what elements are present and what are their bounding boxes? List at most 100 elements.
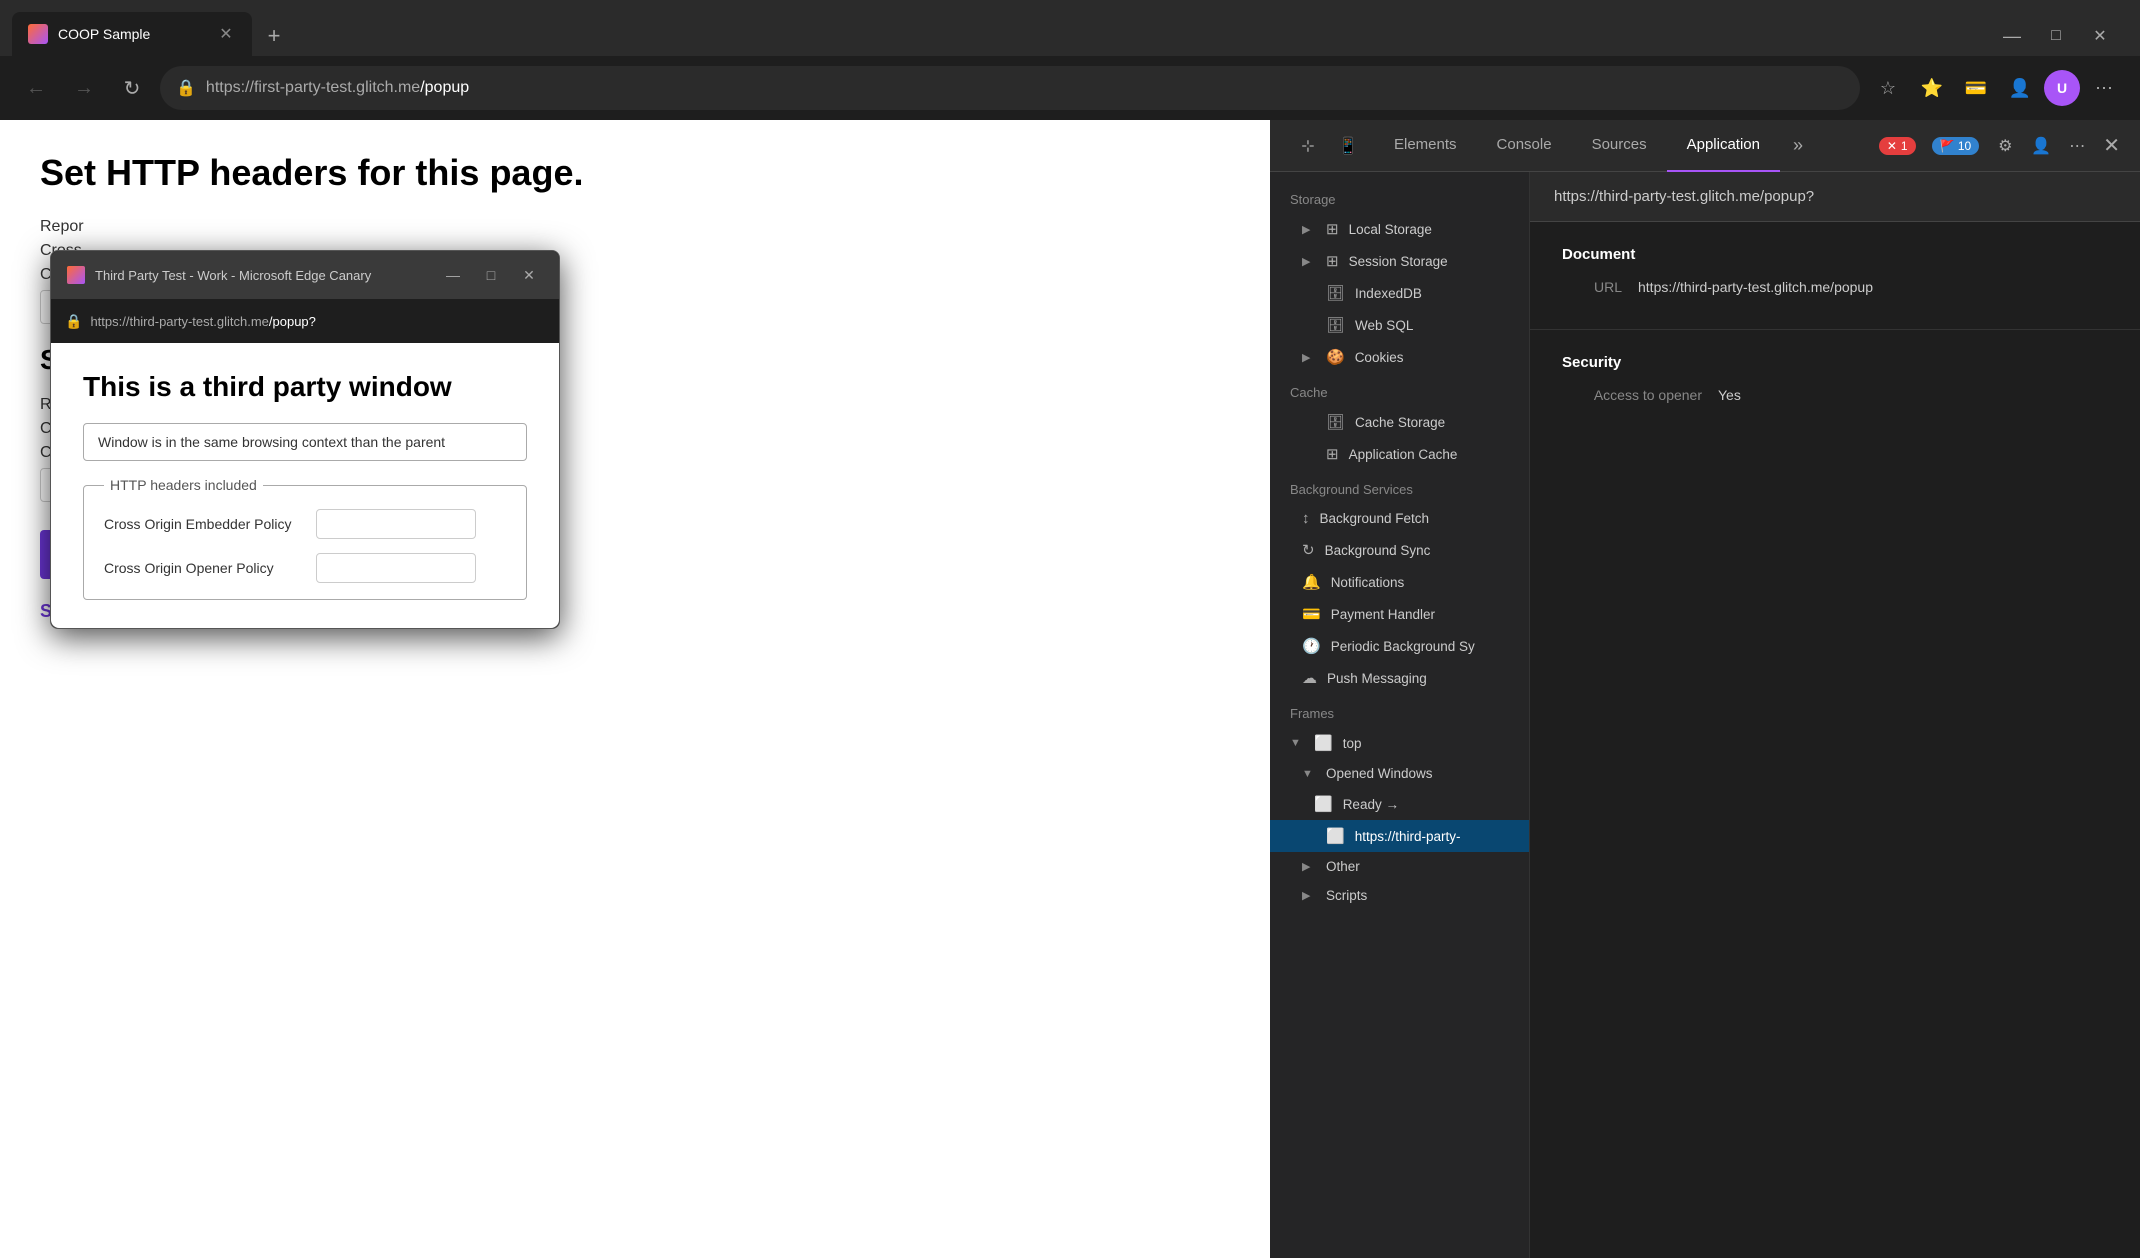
access-to-opener-row: Access to opener Yes (1562, 387, 2108, 403)
popup-url: https://third-party-test.glitch.me/popup… (90, 314, 315, 329)
sidebar-label-bg-sync: Background Sync (1325, 543, 1517, 558)
cookies-icon: 🍪 (1326, 348, 1345, 366)
favorites-button[interactable]: ☆ (1868, 68, 1908, 108)
expand-arrow-top: ▼ (1290, 737, 1304, 749)
devtools-device-icon[interactable]: 📱 (1330, 128, 1366, 164)
sidebar-item-scripts[interactable]: ▶ Scripts (1270, 881, 1529, 910)
sidebar-item-local-storage[interactable]: ▶ ⊞ Local Storage (1270, 213, 1529, 245)
sidebar-label-cache-storage: Cache Storage (1355, 415, 1517, 430)
forward-button[interactable]: → (64, 68, 104, 108)
sidebar-item-push-messaging[interactable]: ☁ Push Messaging (1270, 662, 1529, 694)
nav-right-buttons: ☆ ⭐ 💳 👤 U ⋯ (1868, 68, 2124, 108)
websql-icon: 🗄 (1326, 316, 1345, 334)
sidebar-item-websql[interactable]: 🗄 Web SQL (1270, 309, 1529, 341)
browser-close-button[interactable]: ✕ (2080, 16, 2120, 56)
popup-heading: This is a third party window (83, 371, 527, 403)
address-bar[interactable]: 🔒 https://first-party-test.glitch.me/pop… (160, 66, 1860, 110)
tab-sources[interactable]: Sources (1572, 120, 1667, 172)
popup-field-row-2: Cross Origin Opener Policy (104, 553, 506, 583)
popup-field-input-2[interactable] (316, 553, 476, 583)
maximize-button[interactable]: □ (2036, 16, 2076, 56)
popup-fieldset-legend: HTTP headers included (104, 477, 263, 493)
devtools-tabs: ⊹ 📱 Elements Console Sources Application… (1270, 120, 2140, 172)
sidebar-item-cookies[interactable]: ▶ 🍪 Cookies (1270, 341, 1529, 373)
devtools-body: Storage ▶ ⊞ Local Storage ▶ ⊞ Session St… (1270, 172, 2140, 1258)
settings-menu-button[interactable]: ⋯ (2084, 68, 2124, 108)
popup-close-button[interactable]: ✕ (515, 261, 543, 289)
payment-handler-icon: 💳 (1302, 605, 1321, 623)
sidebar-item-session-storage[interactable]: ▶ ⊞ Session Storage (1270, 245, 1529, 277)
tab-title: COOP Sample (58, 26, 206, 42)
error-badge[interactable]: ✕ 1 (1879, 137, 1916, 155)
tab-close-button[interactable]: ✕ (216, 24, 236, 44)
sidebar-item-third-party[interactable]: ⬜ https://third-party- (1270, 820, 1529, 852)
popup-favicon (67, 266, 85, 284)
sidebar-label-websql: Web SQL (1355, 318, 1517, 333)
devtools-profile-button[interactable]: 👤 (2023, 128, 2059, 164)
access-to-opener-value: Yes (1718, 387, 1741, 403)
address-text: https://first-party-test.glitch.me/popup (206, 79, 1844, 97)
expand-arrow-other: ▶ (1302, 860, 1316, 873)
popup-maximize-button[interactable]: □ (477, 261, 505, 289)
active-tab[interactable]: COOP Sample ✕ (12, 12, 252, 56)
more-tabs-button[interactable]: » (1780, 128, 1816, 164)
sidebar-label-push-messaging: Push Messaging (1327, 671, 1517, 686)
popup-lock-icon: 🔒 (65, 313, 82, 330)
new-tab-button[interactable]: + (254, 16, 294, 56)
document-section-title: Document (1562, 246, 2108, 263)
info-badge[interactable]: 🚩 10 (1932, 137, 1980, 155)
sidebar-item-other[interactable]: ▶ Other (1270, 852, 1529, 881)
popup-field-input-1[interactable] (316, 509, 476, 539)
main-content: Set HTTP headers for this page. Repor Cr… (0, 120, 2140, 1258)
popup-fieldset: HTTP headers included Cross Origin Embed… (83, 477, 527, 600)
bg-fetch-icon: ↕ (1302, 510, 1310, 527)
sidebar-item-ready[interactable]: ⬜ Ready → (1270, 788, 1529, 820)
sidebar-item-bg-fetch[interactable]: ↕ Background Fetch (1270, 503, 1529, 534)
sidebar-label-third-party: https://third-party- (1355, 829, 1517, 844)
sidebar-item-indexeddb[interactable]: 🗄 IndexedDB (1270, 277, 1529, 309)
devtools-more-button[interactable]: ⋯ (2059, 128, 2095, 164)
sidebar-item-opened-windows[interactable]: ▼ Opened Windows (1270, 759, 1529, 788)
sidebar-label-ready: Ready → (1343, 797, 1517, 812)
browser-window: COOP Sample ✕ + — □ ✕ ← → ↻ 🔒 https://fi… (0, 0, 2140, 1258)
wallet-button[interactable]: 💳 (1956, 68, 1996, 108)
frame-icon: ⬜ (1314, 734, 1333, 752)
storage-section-label: Storage (1270, 180, 1529, 213)
sidebar-item-payment-handler[interactable]: 💳 Payment Handler (1270, 598, 1529, 630)
tab-console[interactable]: Console (1477, 120, 1572, 172)
collections-button[interactable]: ⭐ (1912, 68, 1952, 108)
sidebar-item-application-cache[interactable]: ⊞ Application Cache (1270, 438, 1529, 470)
reload-button[interactable]: ↻ (112, 68, 152, 108)
tab-elements[interactable]: Elements (1374, 120, 1477, 172)
user-avatar[interactable]: U (2044, 70, 2080, 106)
devtools-cursor-icon[interactable]: ⊹ (1290, 128, 1326, 164)
sidebar-item-cache-storage[interactable]: 🗄 Cache Storage (1270, 406, 1529, 438)
app-cache-icon: ⊞ (1326, 445, 1339, 463)
url-value: https://third-party-test.glitch.me/popup (1638, 279, 1873, 295)
notifications-icon: 🔔 (1302, 573, 1321, 591)
back-button[interactable]: ← (16, 68, 56, 108)
sidebar-item-frames-top[interactable]: ▼ ⬜ top (1270, 727, 1529, 759)
devtools-icon-group: ⊹ 📱 (1282, 128, 1374, 164)
devtools-close-button[interactable]: ✕ (2095, 133, 2128, 158)
tabs-area: COOP Sample ✕ + — □ ✕ (0, 0, 2140, 56)
sidebar-item-periodic-bg-sync[interactable]: 🕐 Periodic Background Sy (1270, 630, 1529, 662)
periodic-bg-sync-icon: 🕐 (1302, 637, 1321, 655)
security-section-title: Security (1562, 354, 2108, 371)
sidebar-item-notifications[interactable]: 🔔 Notifications (1270, 566, 1529, 598)
devtools-settings-button[interactable]: ⚙ (1987, 128, 2023, 164)
devtools-document-section: Document URL https://third-party-test.gl… (1530, 222, 2140, 329)
minimize-button[interactable]: — (1992, 16, 2032, 56)
sidebar-item-bg-sync[interactable]: ↻ Background Sync (1270, 534, 1529, 566)
sidebar-label-session-storage: Session Storage (1349, 254, 1517, 269)
access-to-opener-label: Access to opener (1562, 387, 1702, 403)
lock-icon: 🔒 (176, 78, 196, 98)
popup-minimize-button[interactable]: — (439, 261, 467, 289)
push-messaging-icon: ☁ (1302, 669, 1317, 687)
profile-button[interactable]: 👤 (2000, 68, 2040, 108)
expand-arrow-opened-windows: ▼ (1302, 768, 1316, 780)
sidebar-label-opened-windows: Opened Windows (1326, 766, 1517, 781)
tab-application[interactable]: Application (1667, 120, 1780, 172)
popup-info-box: Window is in the same browsing context t… (83, 423, 527, 461)
url-label: URL (1562, 279, 1622, 295)
